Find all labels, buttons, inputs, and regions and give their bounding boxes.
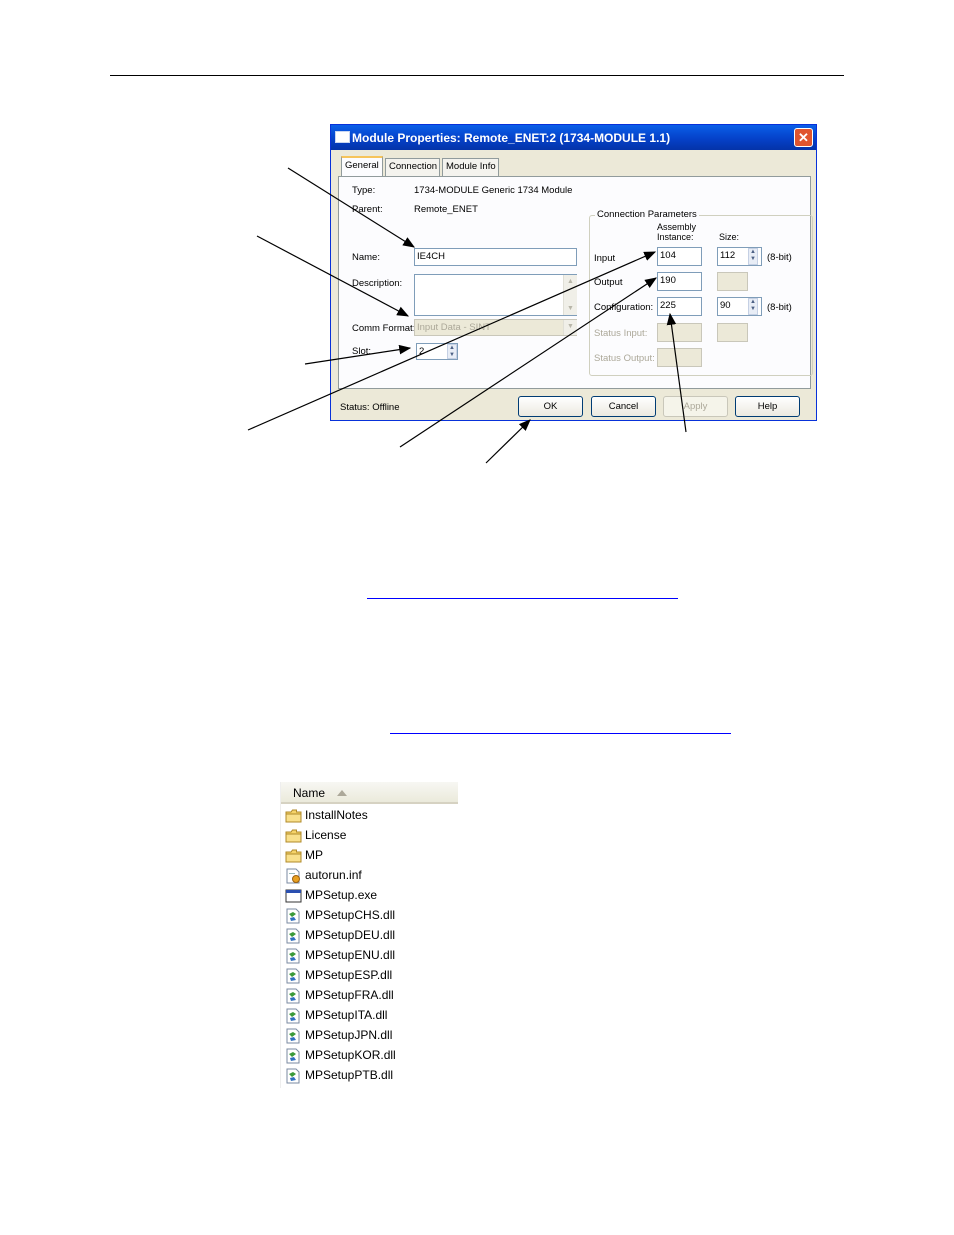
file-list-item[interactable]: MPSetupFRA.dll [285, 986, 455, 1006]
file-name: MP [305, 848, 323, 862]
file-list-item[interactable]: MPSetupDEU.dll [285, 926, 455, 946]
file-name: MPSetupESP.dll [305, 968, 393, 982]
file-name: MPSetupDEU.dll [305, 928, 396, 942]
name-column-header[interactable]: Name [281, 782, 458, 804]
file-list-item[interactable]: MPSetupENU.dll [285, 946, 455, 966]
arrow-to-input-instance [247, 251, 657, 431]
file-name: MPSetupCHS.dll [305, 908, 396, 922]
file-list-item[interactable]: MPSetupJPN.dll [285, 1026, 455, 1046]
hyperlink-1[interactable] [367, 598, 678, 599]
dll-file-icon [286, 968, 300, 984]
file-name: MPSetupFRA.dll [305, 988, 394, 1002]
arrow-to-configuration-instance [666, 312, 687, 433]
file-name: MPSetupJPN.dll [305, 1028, 393, 1042]
dll-file-icon [286, 1028, 300, 1044]
folder-icon [285, 829, 302, 843]
name-header-label: Name [293, 786, 326, 800]
callout-arrows [247, 167, 687, 464]
dll-file-icon [286, 1048, 300, 1064]
file-list-item[interactable]: MPSetupITA.dll [285, 1006, 455, 1026]
arrow-to-name-field [287, 167, 416, 248]
file-list-item[interactable]: MP [285, 846, 455, 866]
hyperlink-2[interactable] [390, 733, 731, 734]
file-list-item[interactable]: InstallNotes [285, 806, 455, 826]
inf-file-icon [286, 868, 300, 884]
file-list-item[interactable]: MPSetupPTB.dll [285, 1066, 455, 1086]
arrow-to-comm-format [256, 235, 410, 317]
file-list: Name InstallNotes License MP autorun.inf MPS… [280, 782, 458, 1088]
file-name: MPSetupENU.dll [305, 948, 396, 962]
folder-icon [285, 849, 302, 863]
file-list-item[interactable]: autorun.inf [285, 866, 455, 886]
file-name: InstallNotes [305, 808, 368, 822]
arrow-to-ok-button [485, 419, 531, 464]
file-list-item[interactable]: MPSetupKOR.dll [285, 1046, 455, 1066]
dll-file-icon [286, 928, 300, 944]
file-name: MPSetup.exe [305, 888, 378, 902]
file-list-item[interactable]: MPSetup.exe [285, 886, 455, 906]
file-name: MPSetupITA.dll [305, 1008, 388, 1022]
file-list-item[interactable]: MPSetupCHS.dll [285, 906, 455, 926]
dll-file-icon [286, 1068, 300, 1084]
folder-icon [285, 809, 302, 823]
dll-file-icon [286, 908, 300, 924]
sort-ascending-icon [337, 790, 347, 796]
dll-file-icon [286, 988, 300, 1004]
dll-file-icon [286, 948, 300, 964]
arrow-to-slot [304, 344, 412, 365]
file-name: MPSetupKOR.dll [305, 1048, 396, 1062]
exe-file-icon [285, 889, 302, 903]
file-name: autorun.inf [305, 868, 362, 882]
file-list-item[interactable]: MPSetupESP.dll [285, 966, 455, 986]
file-name: MPSetupPTB.dll [305, 1068, 394, 1082]
file-name: License [305, 828, 347, 842]
dll-file-icon [286, 1008, 300, 1024]
file-list-item[interactable]: License [285, 826, 455, 846]
